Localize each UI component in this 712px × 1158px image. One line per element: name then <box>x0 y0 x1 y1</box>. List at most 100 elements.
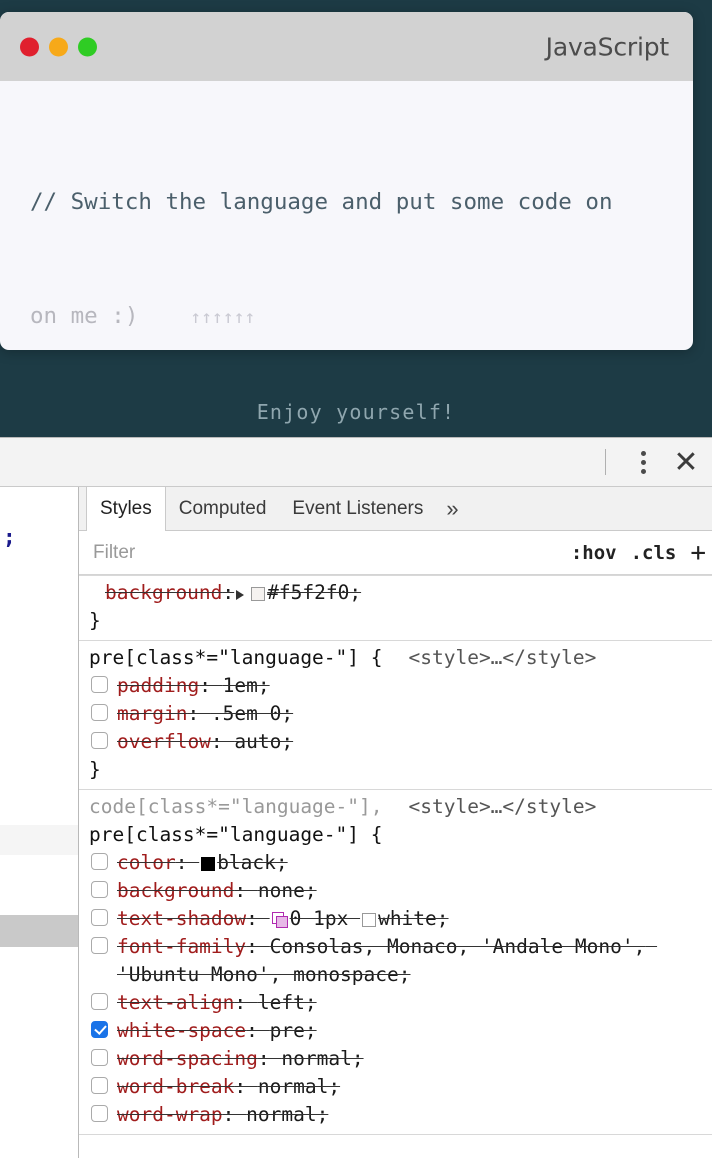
tab-event-listeners[interactable]: Event Listeners <box>279 487 436 530</box>
declaration-checkbox[interactable] <box>91 909 108 926</box>
declaration-checkbox[interactable] <box>91 881 108 898</box>
rule-origin-link[interactable]: <style>…</style> <box>409 795 597 818</box>
declaration-checkbox[interactable] <box>91 676 108 693</box>
declaration-checkbox[interactable] <box>91 704 108 721</box>
code-editor-window: JavaScript // Switch the language and pu… <box>0 12 693 350</box>
css-rule-partial: background: #f5f2f0; } <box>79 575 712 641</box>
rule-selector-line-2: pre[class*="language-"] { <box>79 821 712 849</box>
window-traffic-lights <box>20 37 97 56</box>
minimize-window-dot[interactable] <box>49 37 68 56</box>
declaration-row[interactable]: word-wrap: normal; <box>79 1101 712 1129</box>
declaration-value[interactable]: left; <box>258 991 317 1014</box>
close-window-dot[interactable] <box>20 37 39 56</box>
declaration-separator: : <box>246 1019 270 1042</box>
declaration-checkbox[interactable] <box>91 1021 108 1038</box>
declaration-property[interactable]: padding <box>117 674 199 697</box>
declaration-value[interactable]: .5em 0; <box>211 702 293 725</box>
declaration-property[interactable]: text-shadow <box>117 907 246 930</box>
styles-filter-bar: :hov .cls + <box>79 531 712 575</box>
editor-code-area[interactable]: // Switch the language and put some code… <box>0 81 693 350</box>
declaration-property[interactable]: font-family <box>117 935 246 958</box>
declaration-row[interactable]: margin: .5em 0; <box>79 700 712 728</box>
tabs-overflow-icon[interactable]: » <box>436 487 468 530</box>
dom-tree-pane[interactable]: ; <box>0 487 79 1158</box>
declaration-value[interactable]: normal; <box>258 1075 340 1098</box>
color-swatch[interactable] <box>362 913 377 927</box>
declaration-text: background: #f5f2f0; <box>105 579 361 607</box>
declaration-value[interactable]: pre; <box>270 1019 317 1042</box>
declaration-row[interactable]: white-space: pre; <box>79 1017 712 1045</box>
shadow-swatch-icon[interactable] <box>271 912 288 928</box>
declaration-text: word-wrap: normal; <box>117 1101 328 1129</box>
declaration-checkbox[interactable] <box>91 1105 108 1122</box>
css-rules-list[interactable]: background: #f5f2f0; } pre[class*="langua… <box>79 575 712 1158</box>
rule-selector[interactable]: pre[class*="language-"] { <box>89 646 383 669</box>
declaration-row[interactable]: word-spacing: normal; <box>79 1045 712 1073</box>
close-icon[interactable]: ✕ <box>662 438 710 486</box>
rule-selector[interactable]: pre[class*="language-"] { <box>89 823 383 846</box>
hov-toggle-button[interactable]: :hov <box>571 542 617 564</box>
declaration-property[interactable]: margin <box>117 702 187 725</box>
new-style-rule-button[interactable]: + <box>690 538 706 568</box>
declaration-property[interactable]: word-break <box>117 1075 234 1098</box>
declaration-row[interactable]: color: black; <box>79 849 712 877</box>
declaration-value[interactable]: none; <box>258 879 317 902</box>
declaration-text: overflow: auto; <box>117 728 293 756</box>
declaration-property[interactable]: word-spacing <box>117 1047 258 1070</box>
css-rule-code-pre-language: code[class*="language-"], <style>…</style… <box>79 790 712 1135</box>
declaration-separator: : <box>234 1075 258 1098</box>
dom-row-selected-highlight[interactable] <box>0 915 78 947</box>
screen: JavaScript // Switch the language and pu… <box>0 0 712 1158</box>
more-options-icon[interactable] <box>624 443 662 481</box>
declaration-checkbox[interactable] <box>91 993 108 1010</box>
declaration-value-part2[interactable]: white; <box>378 907 448 930</box>
declaration-row[interactable]: text-shadow: 0 1px white; <box>79 905 712 933</box>
code-line-comment: // Switch the language and put some code… <box>30 189 613 215</box>
code-line-onme-text: on me :) <box>30 303 139 329</box>
cls-toggle-button[interactable]: .cls <box>631 542 677 564</box>
declaration-row[interactable]: overflow: auto; <box>79 728 712 756</box>
rule-close-brace: } <box>89 609 101 632</box>
declaration-value[interactable]: 1em; <box>223 674 270 697</box>
declaration-value[interactable]: normal; <box>281 1047 363 1070</box>
rule-selector-line: pre[class*="language-"] { <style>…</style… <box>79 644 712 672</box>
declaration-property[interactable]: color <box>117 851 176 874</box>
declaration-property[interactable]: word-wrap <box>117 1103 223 1126</box>
declaration-row[interactable]: padding: 1em; <box>79 672 712 700</box>
declaration-row[interactable]: text-align: left; <box>79 989 712 1017</box>
declaration-checkbox[interactable] <box>91 1077 108 1094</box>
kebab-dot-1 <box>640 450 646 456</box>
declaration-value[interactable]: black; <box>217 851 287 874</box>
declaration-checkbox[interactable] <box>91 937 108 954</box>
color-swatch[interactable] <box>251 587 266 601</box>
editor-language-label[interactable]: JavaScript <box>546 32 670 61</box>
declaration-row[interactable]: word-break: normal; <box>79 1073 712 1101</box>
dom-row-hover-highlight[interactable] <box>0 825 78 855</box>
tab-computed[interactable]: Computed <box>166 487 280 530</box>
declaration-property[interactable]: white-space <box>117 1019 246 1042</box>
rule-selector-inactive[interactable]: code[class*="language-"], <box>89 795 383 818</box>
declaration-text: text-align: left; <box>117 989 317 1017</box>
declaration-row[interactable]: font-family: Consolas, Monaco, 'Andale M… <box>79 933 712 989</box>
rule-selector-line-1: code[class*="language-"], <style>…</style… <box>79 793 712 821</box>
declaration-property[interactable]: overflow <box>117 730 211 753</box>
declaration-row[interactable]: background: none; <box>79 877 712 905</box>
declaration-text: white-space: pre; <box>117 1017 317 1045</box>
expand-arrow-icon[interactable] <box>236 590 245 600</box>
color-swatch[interactable] <box>201 857 216 871</box>
tab-styles[interactable]: Styles <box>86 487 166 531</box>
declaration-checkbox[interactable] <box>91 1049 108 1066</box>
declaration-property[interactable]: background <box>105 581 222 604</box>
maximize-window-dot[interactable] <box>78 37 97 56</box>
declaration-text: padding: 1em; <box>117 672 270 700</box>
rule-origin-link[interactable]: <style>…</style> <box>409 646 597 669</box>
declaration-value[interactable]: auto; <box>234 730 293 753</box>
declaration-property[interactable]: background <box>117 879 234 902</box>
declaration-checkbox[interactable] <box>91 853 108 870</box>
filter-input[interactable] <box>91 540 571 565</box>
declaration-row[interactable]: background: #f5f2f0; <box>79 579 712 607</box>
declaration-value[interactable]: #f5f2f0; <box>267 581 361 604</box>
declaration-value[interactable]: normal; <box>246 1103 328 1126</box>
declaration-checkbox[interactable] <box>91 732 108 749</box>
declaration-property[interactable]: text-align <box>117 991 234 1014</box>
